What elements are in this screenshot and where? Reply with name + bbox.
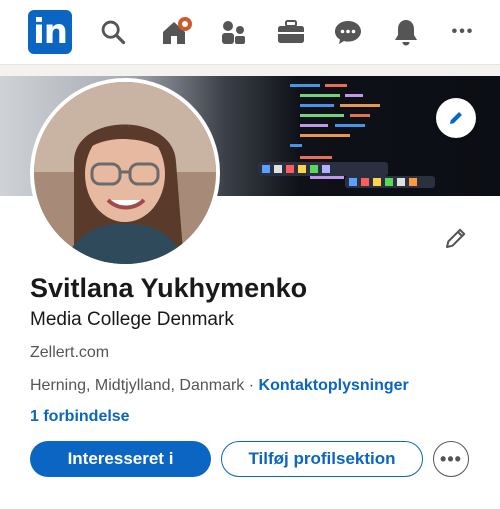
profile-photo-illustration xyxy=(34,82,216,264)
jobs-briefcase-icon[interactable] xyxy=(271,12,311,52)
edit-profile-button[interactable] xyxy=(440,222,472,254)
open-to-button[interactable]: Interesseret i xyxy=(30,441,211,477)
notifications-bell-icon[interactable] xyxy=(386,12,426,52)
more-menu-icon[interactable]: ••• xyxy=(443,12,483,52)
profile-headline: Media College Denmark xyxy=(30,309,234,330)
contact-info-link[interactable]: Kontaktoplysninger xyxy=(259,377,409,394)
my-network-icon[interactable] xyxy=(214,12,254,52)
profile-location-line: Herning, Midtjylland, Danmark · Kontakto… xyxy=(30,377,409,395)
profile-website[interactable]: Zellert.com xyxy=(30,344,109,362)
search-icon[interactable] xyxy=(93,12,133,52)
home-icon[interactable] xyxy=(157,12,197,52)
profile-location: Herning, Midtjylland, Danmark xyxy=(30,377,245,394)
linkedin-logo[interactable]: in xyxy=(28,10,72,54)
pencil-icon xyxy=(446,228,466,248)
messaging-icon[interactable] xyxy=(328,12,368,52)
pencil-icon xyxy=(450,112,462,124)
connections-link[interactable]: 1 forbindelse xyxy=(30,408,130,426)
separator: · xyxy=(244,377,259,394)
profile-name: Svitlana Yukhymenko xyxy=(30,273,308,303)
add-profile-section-button[interactable]: Tilføj profilsektion xyxy=(221,441,423,477)
profile-card: Svitlana Yukhymenko Media College Denmar… xyxy=(0,76,500,509)
profile-photo[interactable] xyxy=(30,78,220,268)
edit-banner-button[interactable] xyxy=(436,98,476,138)
top-navigation: in ••• xyxy=(0,0,500,65)
more-actions-button[interactable]: ••• xyxy=(433,441,469,477)
